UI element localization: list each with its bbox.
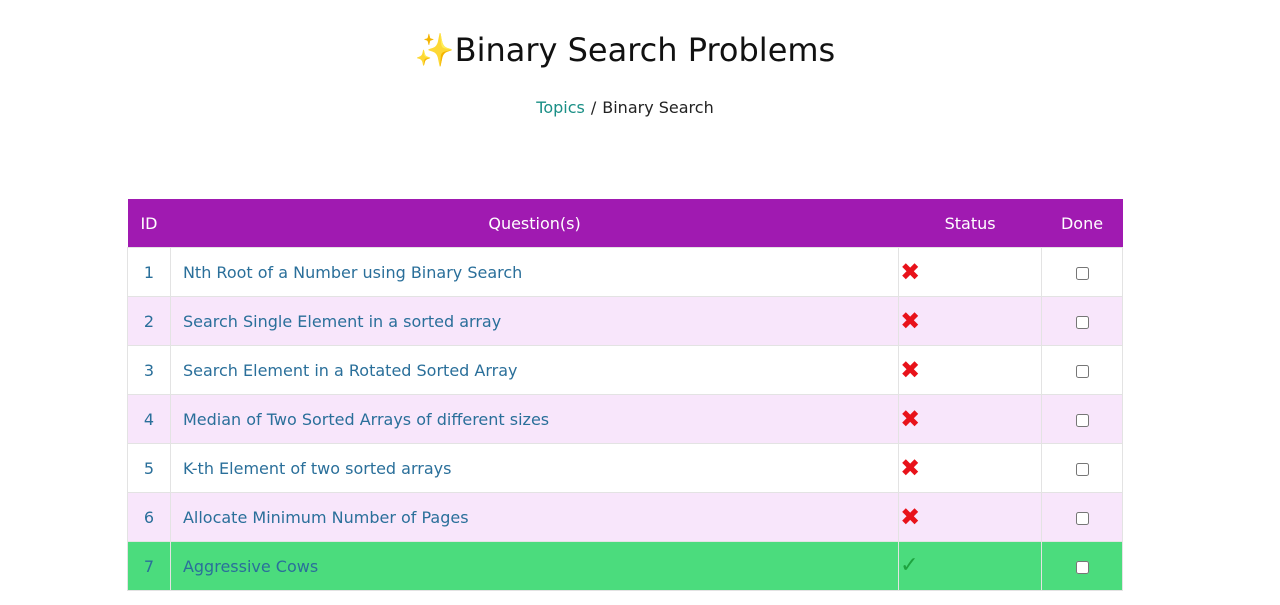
breadcrumb-current: Binary Search [602, 98, 714, 117]
row-id: 3 [127, 345, 171, 395]
x-mark-icon: ✖ [900, 258, 921, 286]
question-link[interactable]: Nth Root of a Number using Binary Search [183, 263, 522, 282]
table-row: 5 K-th Element of two sorted arrays ✖ [127, 443, 1123, 493]
row-id: 7 [127, 541, 171, 591]
question-cell: Aggressive Cows [169, 541, 900, 591]
question-cell: Search Single Element in a sorted array [169, 296, 900, 346]
done-checkbox[interactable] [1075, 266, 1089, 280]
breadcrumb-link-topics[interactable]: Topics [536, 98, 585, 117]
done-cell [1041, 394, 1123, 444]
question-link[interactable]: Median of Two Sorted Arrays of different… [183, 410, 549, 429]
done-checkbox[interactable] [1075, 364, 1089, 378]
x-mark-icon: ✖ [900, 356, 921, 384]
done-checkbox[interactable] [1075, 462, 1089, 476]
done-checkbox[interactable] [1075, 511, 1089, 525]
table-row: 3 Search Element in a Rotated Sorted Arr… [127, 345, 1123, 395]
page-title: ✨Binary Search Problems [0, 26, 1250, 74]
column-header-status: Status [898, 199, 1042, 248]
table-row: 6 Allocate Minimum Number of Pages ✖ [127, 492, 1123, 542]
question-link[interactable]: Allocate Minimum Number of Pages [183, 508, 469, 527]
question-link[interactable]: K-th Element of two sorted arrays [183, 459, 452, 478]
status-cell: ✓ [898, 541, 1043, 591]
done-checkbox[interactable] [1075, 560, 1089, 574]
row-id: 5 [127, 443, 171, 493]
check-mark-icon: ✓ [900, 553, 919, 578]
sparkles-icon: ✨ [414, 31, 455, 69]
row-id: 4 [127, 394, 171, 444]
breadcrumb: Topics / Binary Search [0, 97, 1250, 119]
problems-table: ID Question(s) Status Done 1 Nth Root of… [127, 199, 1123, 591]
x-mark-icon: ✖ [900, 307, 921, 335]
question-cell: Search Element in a Rotated Sorted Array [169, 345, 900, 395]
question-cell: K-th Element of two sorted arrays [169, 443, 900, 493]
status-cell: ✖ [898, 247, 1043, 297]
row-id: 1 [127, 247, 171, 297]
page-title-text: Binary Search Problems [454, 31, 836, 69]
table-header-row: ID Question(s) Status Done [127, 199, 1123, 248]
page: ✨Binary Search Problems Topics / Binary Se… [0, 0, 1280, 605]
done-checkbox[interactable] [1075, 413, 1089, 427]
table-row: 1 Nth Root of a Number using Binary Sear… [127, 247, 1123, 297]
done-cell [1041, 443, 1123, 493]
table-row: 2 Search Single Element in a sorted arra… [127, 296, 1123, 346]
breadcrumb-separator: / [590, 98, 597, 117]
x-mark-icon: ✖ [900, 405, 921, 433]
question-cell: Median of Two Sorted Arrays of different… [169, 394, 900, 444]
done-cell [1041, 492, 1123, 542]
question-cell: Nth Root of a Number using Binary Search [169, 247, 900, 297]
status-cell: ✖ [898, 443, 1043, 493]
status-cell: ✖ [898, 492, 1043, 542]
column-header-done: Done [1041, 199, 1123, 248]
done-cell [1041, 247, 1123, 297]
row-id: 2 [127, 296, 171, 346]
question-link[interactable]: Search Element in a Rotated Sorted Array [183, 361, 518, 380]
column-header-question: Question(s) [170, 199, 899, 248]
done-checkbox[interactable] [1075, 315, 1089, 329]
done-cell [1041, 345, 1123, 395]
status-cell: ✖ [898, 296, 1043, 346]
table-row: 4 Median of Two Sorted Arrays of differe… [127, 394, 1123, 444]
row-id: 6 [127, 492, 171, 542]
column-header-id: ID [127, 199, 171, 248]
status-cell: ✖ [898, 345, 1043, 395]
question-cell: Allocate Minimum Number of Pages [169, 492, 900, 542]
x-mark-icon: ✖ [900, 454, 921, 482]
question-link[interactable]: Aggressive Cows [183, 557, 318, 576]
table-row: 7 Aggressive Cows ✓ [127, 541, 1123, 591]
done-cell [1041, 296, 1123, 346]
done-cell [1041, 541, 1123, 591]
question-link[interactable]: Search Single Element in a sorted array [183, 312, 501, 331]
status-cell: ✖ [898, 394, 1043, 444]
x-mark-icon: ✖ [900, 503, 921, 531]
